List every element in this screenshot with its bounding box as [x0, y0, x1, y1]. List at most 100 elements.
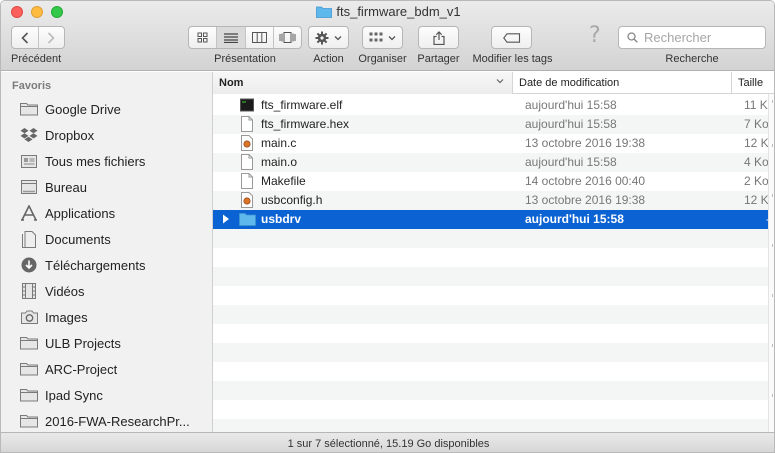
sidebar-item-arc-project[interactable]: ARC-Project	[1, 356, 212, 382]
list-header: Nom Date de modification Taille	[213, 72, 774, 94]
column-header-name[interactable]: Nom	[213, 72, 513, 94]
sidebar-item-images[interactable]: Images	[1, 304, 212, 330]
status-bar: 1 sur 7 sélectionné, 15.19 Go disponible…	[1, 432, 774, 452]
sidebar-item-ipad-sync[interactable]: Ipad Sync	[1, 382, 212, 408]
applications-icon	[19, 204, 39, 222]
file-size: 4 Ko	[744, 155, 769, 169]
column-header-size[interactable]: Taille	[732, 72, 774, 94]
sidebar-item-fwa-research[interactable]: 2016-FWA-ResearchPr...	[1, 408, 212, 434]
folder-icon	[19, 386, 39, 404]
empty-row	[213, 343, 774, 362]
sidebar-item-ulb-projects[interactable]: ULB Projects	[1, 330, 212, 356]
column-header-date[interactable]: Date de modification	[513, 72, 732, 94]
sidebar-item-applications[interactable]: Applications	[1, 200, 212, 226]
empty-row	[213, 381, 774, 400]
file-name: usbdrv	[261, 212, 302, 226]
document-icon	[241, 154, 253, 170]
coverflow-view-button[interactable]	[274, 27, 301, 48]
share-button[interactable]	[418, 26, 459, 49]
sidebar-item-label: Bureau	[45, 179, 87, 195]
c-source-icon	[241, 192, 253, 208]
sidebar-item-label: Dropbox	[45, 127, 95, 143]
window-title: fts_firmware_bdm_v1	[1, 4, 774, 19]
executable-icon	[240, 98, 254, 112]
file-date: aujourd'hui 15:58	[525, 155, 617, 169]
file-date: 14 octobre 2016 00:40	[525, 174, 646, 188]
sidebar-item-movies[interactable]: Vidéos	[1, 278, 212, 304]
document-icon	[241, 116, 253, 132]
sidebar-item-label: Téléchargements	[45, 257, 146, 273]
status-text: 1 sur 7 sélectionné, 15.19 Go disponible…	[287, 437, 490, 450]
view-mode-control	[188, 26, 302, 49]
search-input[interactable]	[644, 30, 754, 45]
sidebar-item-label: Vidéos	[45, 283, 85, 299]
sort-chevron-icon	[496, 79, 504, 84]
table-row[interactable]: fts_firmware.hex aujourd'hui 15:58 7 Ko	[213, 115, 774, 134]
chevron-down-icon	[388, 35, 396, 40]
search-field[interactable]	[618, 26, 766, 49]
desktop-icon	[19, 178, 39, 196]
folder-icon	[19, 100, 39, 118]
gear-icon	[315, 31, 329, 44]
table-row[interactable]: fts_firmware.elf aujourd'hui 15:58 11 Ko	[213, 96, 774, 115]
back-button[interactable]	[12, 27, 39, 48]
file-name: main.c	[261, 136, 297, 150]
file-size: 7 Ko	[744, 117, 769, 131]
sidebar-item-all-files[interactable]: Tous mes fichiers	[1, 148, 212, 174]
sidebar-item-downloads[interactable]: Téléchargements	[1, 252, 212, 278]
file-list: Nom Date de modification Taille fts_firm…	[213, 72, 774, 432]
grid-icon	[197, 32, 208, 43]
c-source-icon	[241, 135, 253, 151]
camera-icon	[19, 308, 39, 326]
chevron-right-icon	[48, 31, 55, 44]
sidebar-item-label: ARC-Project	[45, 361, 118, 377]
downloads-icon	[19, 256, 39, 274]
forward-button[interactable]	[39, 27, 65, 48]
columns-icon	[251, 32, 267, 43]
all-files-icon	[19, 152, 39, 170]
empty-row	[213, 419, 774, 432]
view-label: Présentation	[214, 53, 276, 65]
chevron-down-icon	[334, 35, 342, 40]
file-name: fts_firmware.elf	[261, 98, 343, 112]
list-icon	[223, 32, 238, 43]
finder-window: fts_firmware_bdm_v1 Précédent Présentati…	[0, 0, 775, 453]
file-name: main.o	[261, 155, 298, 169]
arrange-button[interactable]	[362, 26, 403, 49]
icon-view-button[interactable]	[189, 27, 218, 48]
table-row[interactable]: usbconfig.h 13 octobre 2016 19:38 12 Ko	[213, 191, 774, 210]
toolbar: fts_firmware_bdm_v1 Précédent Présentati…	[1, 1, 774, 71]
folder-icon	[239, 213, 256, 226]
arrange-label: Organiser	[358, 53, 407, 65]
table-row[interactable]: main.c 13 octobre 2016 19:38 12 Ko	[213, 134, 774, 153]
action-button[interactable]	[308, 26, 349, 49]
table-row[interactable]: usbdrv aujourd'hui 15:58 --	[213, 210, 774, 229]
list-view-button[interactable]	[217, 27, 246, 48]
file-name: usbconfig.h	[261, 193, 323, 207]
window-title-text: fts_firmware_bdm_v1	[336, 4, 461, 19]
disclosure-triangle-icon[interactable]	[222, 214, 230, 224]
share-label: Partager	[417, 53, 460, 65]
file-date: aujourd'hui 15:58	[525, 117, 617, 131]
sidebar-item-dropbox[interactable]: Dropbox	[1, 122, 212, 148]
edit-tags-button[interactable]	[491, 26, 532, 49]
column-header-size-label: Taille	[738, 77, 764, 89]
table-row[interactable]: main.o aujourd'hui 15:58 4 Ko	[213, 153, 774, 172]
column-view-button[interactable]	[246, 27, 274, 48]
dropbox-icon	[19, 126, 39, 144]
file-date: aujourd'hui 15:58	[525, 212, 624, 226]
folder-icon	[19, 412, 39, 430]
documents-icon	[19, 230, 39, 248]
sidebar-item-desktop[interactable]: Bureau	[1, 174, 212, 200]
help-icon[interactable]: ?	[589, 23, 601, 48]
sidebar-item-label: Ipad Sync	[45, 387, 103, 403]
sidebar-item-google-drive[interactable]: Google Drive	[1, 96, 212, 122]
sidebar-item-documents[interactable]: Documents	[1, 226, 212, 252]
file-date: 13 octobre 2016 19:38	[525, 136, 646, 150]
table-row[interactable]: Makefile 14 octobre 2016 00:40 2 Ko	[213, 172, 774, 191]
file-name: fts_firmware.hex	[261, 117, 350, 131]
sidebar-item-label: Applications	[45, 205, 116, 221]
arrange-grid-icon	[369, 32, 383, 42]
vertical-scrollbar[interactable]	[768, 94, 774, 432]
sidebar-item-label: 2016-FWA-ResearchPr...	[45, 413, 190, 429]
